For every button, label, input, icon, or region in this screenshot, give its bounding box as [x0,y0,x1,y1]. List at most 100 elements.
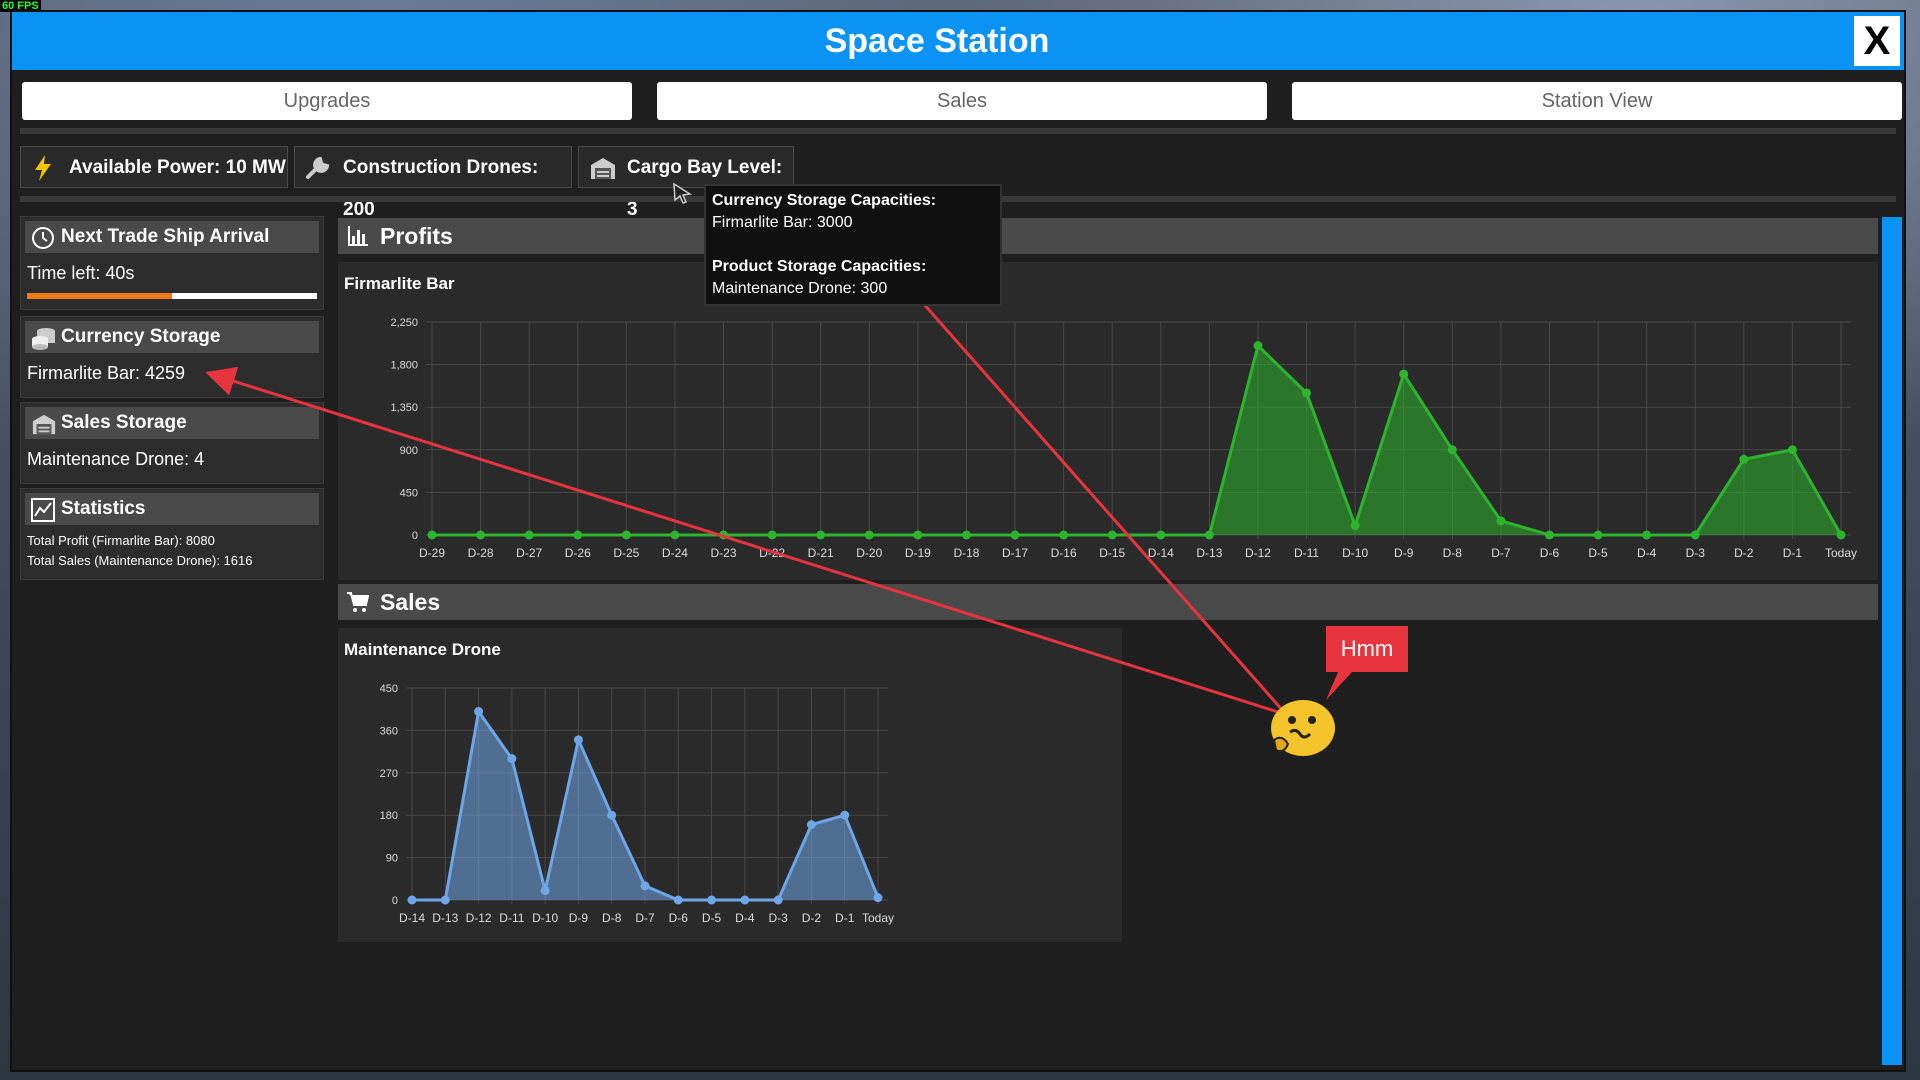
x-tick-label: D-13 [432,911,458,925]
data-point [1447,445,1457,455]
data-point [816,530,826,540]
data-point [1010,530,1020,540]
statistics-header: Statistics [25,493,319,525]
y-tick-label: 900 [400,445,418,457]
data-point [670,530,680,540]
y-tick-label: 2,250 [390,317,418,329]
data-point [873,893,883,903]
data-point [1836,530,1846,540]
tooltip-currency-header: Currency Storage Capacities: [712,192,937,209]
x-tick-label: D-13 [1196,546,1222,560]
profits-chart-box: Firmarlite Bar 0 450 900 1,350 1,800 2,250 D-2… [338,262,1878,580]
y-tick-label: 450 [400,487,418,499]
data-point [573,735,583,745]
profits-title: Profits [380,223,453,249]
y-tick-label: 360 [380,725,398,737]
close-button[interactable]: X [1854,16,1900,66]
x-tick-label: Today [1825,546,1857,560]
clock-icon [32,227,54,249]
data-point [1739,454,1749,464]
warehouse-icon [591,158,615,179]
construction-drones-label: Construction Drones: 200 [343,157,539,220]
data-point [740,895,750,905]
x-tick-label: D-16 [1051,546,1077,560]
tooltip-product-value: Maintenance Drone: 300 [712,280,888,297]
trade-ship-header: Next Trade Ship Arrival [25,221,319,253]
currency-storage-header: Currency Storage [25,321,319,353]
trade-progress-fill [27,293,172,299]
tab-upgrades[interactable]: Upgrades [22,82,632,120]
sales-storage-panel: Sales Storage Maintenance Drone: 4 [20,402,324,484]
data-point [621,530,631,540]
x-tick-label: D-8 [602,911,622,925]
data-point [524,530,534,540]
currency-storage-title: Currency Storage [61,326,221,347]
x-tick-label: D-5 [702,911,722,925]
scrollbar[interactable] [1882,217,1902,1065]
data-point [864,530,874,540]
available-power-stat: Available Power: 10 MW [20,146,288,188]
wrench-icon [306,156,330,179]
x-tick-label: D-26 [565,546,591,560]
bar-chart-icon [348,226,368,246]
x-tick-label: D-1 [835,911,855,925]
data-point [1107,530,1117,540]
y-tick-label: 450 [380,683,398,695]
x-tick-label: D-25 [613,546,639,560]
x-tick-label: D-18 [953,546,979,560]
tab-station-view[interactable]: Station View [1292,82,1902,120]
data-point [1787,445,1797,455]
data-point [806,820,816,830]
x-tick-label: D-10 [532,911,558,925]
trade-ship-panel: Next Trade Ship Arrival Time left: 40s [20,216,324,310]
tab-sales[interactable]: Sales [657,82,1267,120]
sales-title: Sales [380,589,441,615]
series-area [432,345,1841,535]
data-point [719,530,729,540]
x-tick-label: D-29 [419,546,445,560]
data-point [1593,530,1603,540]
sales-chart: 0 90 180 270 360 450 D-14 D-13 D-12 D-11 D-10 D-9 D-… [380,683,894,925]
window-title: Space Station [824,22,1050,60]
mouse-cursor-icon [673,182,693,204]
data-point [673,895,683,905]
currency-storage-panel: Currency Storage Firmarlite Bar: 4259 [20,316,324,398]
statistics-panel: Statistics Total Profit (Firmarlite Bar)… [20,488,324,580]
y-tick-label: 0 [412,530,418,542]
x-tick-label: D-9 [1394,546,1414,560]
x-tick-label: D-14 [399,911,425,925]
data-point [474,707,484,717]
data-point [707,895,717,905]
line-chart-icon [31,498,55,522]
data-point [1642,530,1652,540]
data-point [1544,530,1554,540]
data-point [573,530,583,540]
x-tick-label: D-1 [1783,546,1803,560]
x-tick-label: D-22 [759,546,785,560]
sales-storage-header: Sales Storage [25,407,319,439]
data-point [427,530,437,540]
x-tick-label: D-27 [516,546,542,560]
y-tick-label: 90 [386,853,398,865]
x-tick-label: D-21 [808,546,834,560]
space-station-window: Space Station X Upgrades Sales Station V… [10,10,1906,1072]
statistics-title: Statistics [61,498,146,519]
data-point [540,886,550,896]
hmm-speech-bubble: Hmm [1326,626,1408,672]
currency-storage-value: Firmarlite Bar: 4259 [27,363,186,383]
y-tick-label: 0 [392,895,398,907]
x-tick-label: D-2 [1734,546,1754,560]
title-bar: Space Station X [12,12,1904,70]
profits-chart: 0 450 900 1,350 1,800 2,250 D-29 D-28 D-27 D-26 D-… [390,317,1857,560]
x-tick-label: D-23 [711,546,737,560]
x-tick-label: D-15 [1099,546,1125,560]
construction-drones-stat: Construction Drones: 200 [294,146,572,220]
x-tick-label: D-2 [802,911,822,925]
lightning-icon [35,155,51,181]
x-tick-label: D-20 [856,546,882,560]
data-point [1496,516,1506,526]
x-tick-label: D-4 [735,911,755,925]
total-sales-text: Total Sales (Maintenance Drone): 1616 [27,553,253,568]
x-tick-label: D-19 [905,546,931,560]
sales-chart-box: Maintenance Drone 0 90 180 270 360 450 D-14 D-1… [338,628,1122,942]
